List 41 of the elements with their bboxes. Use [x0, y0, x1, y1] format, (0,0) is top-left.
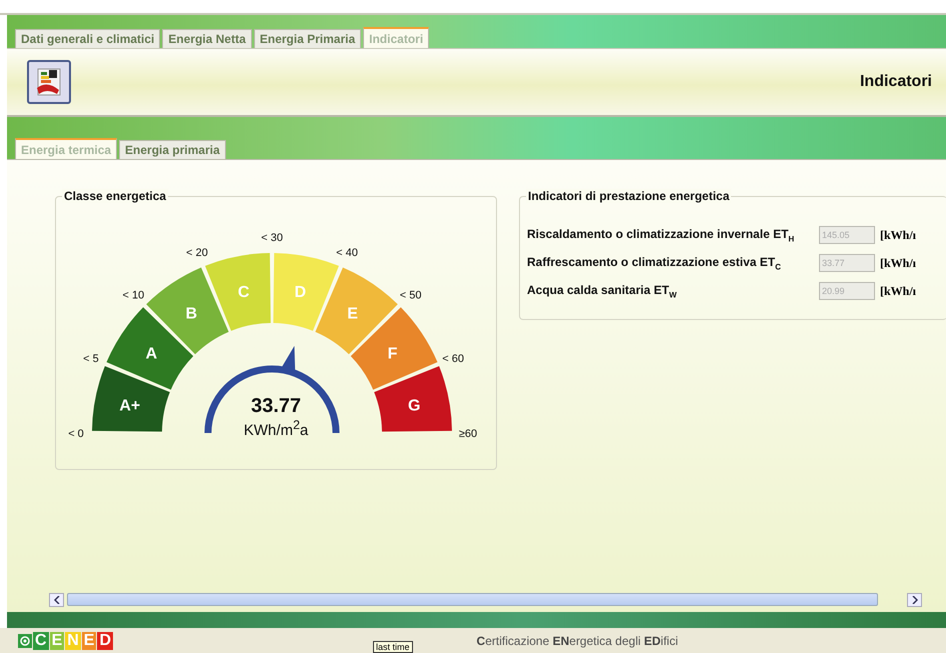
- class-letter: A: [146, 345, 158, 362]
- indicator-unit: [kWh/ı: [880, 256, 916, 270]
- indicator-label: Riscaldamento o climatizzazione invernale ET$_{H}$: [527, 226, 796, 244]
- main-tab[interactable]: Energia Netta: [162, 29, 252, 48]
- threshold-label: < 60: [442, 353, 464, 365]
- threshold-label: < 5: [83, 353, 99, 365]
- scroll-right-icon[interactable]: [907, 592, 922, 606]
- indicator-label: Raffrescamento o climatizzazione estiva ET$_{C}$: [527, 254, 782, 272]
- cened-logo: C E N E D: [18, 632, 114, 650]
- class-letter: A+: [119, 398, 140, 415]
- indicator-label: Acqua calda sanitaria ET$_{W}$: [527, 282, 678, 300]
- scrollbar-thumb[interactable]: [67, 593, 878, 606]
- header-title: Indicatori: [860, 73, 932, 91]
- scroll-left-icon[interactable]: [49, 592, 64, 606]
- gauge-value: 33.77: [250, 395, 302, 418]
- sub-tab[interactable]: Energia termica: [15, 138, 118, 159]
- threshold-label: < 0: [68, 428, 84, 440]
- threshold-label: < 10: [122, 289, 144, 302]
- gauge-unit: KWh/m$^{2}$a: [244, 418, 308, 439]
- tagline: Certificazione ENergetica degli EDifici: [476, 634, 678, 648]
- sub-tab[interactable]: Energia primaria: [119, 140, 226, 159]
- threshold-label: < 50: [400, 289, 422, 302]
- main-tab[interactable]: Energia Primaria: [254, 29, 362, 48]
- class-letter: G: [408, 398, 420, 415]
- class-letter: F: [388, 345, 398, 362]
- class-letter: B: [186, 305, 198, 322]
- class-letter: D: [294, 284, 306, 301]
- class-letter: C: [238, 284, 250, 301]
- indicator-unit: [kWh/ı: [880, 228, 916, 242]
- certificate-icon[interactable]: [27, 60, 71, 104]
- indicator-unit: [kWh/ı: [880, 284, 916, 298]
- main-tab[interactable]: Indicatori: [363, 27, 430, 48]
- panel-title: Classe energetica: [62, 189, 168, 203]
- panel-title: Indicatori di prestazione energetica: [526, 189, 732, 203]
- tooltip: last time: [373, 641, 413, 653]
- threshold-label: < 20: [186, 246, 208, 259]
- threshold-label: ≥60: [458, 428, 478, 440]
- class-letter: E: [347, 305, 358, 322]
- threshold-label: < 40: [336, 246, 358, 259]
- main-tab[interactable]: Dati generali e climatici: [15, 29, 160, 48]
- threshold-label: < 30: [261, 232, 283, 244]
